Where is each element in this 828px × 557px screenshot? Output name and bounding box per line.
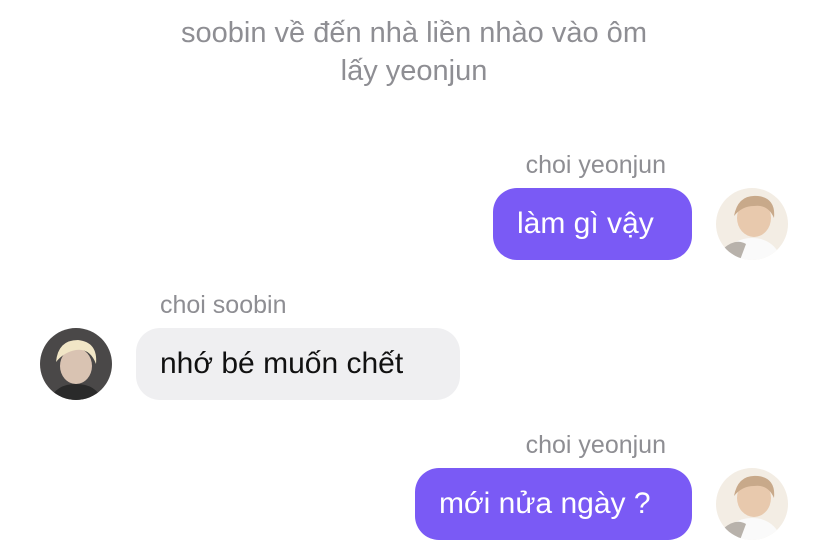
message-bubble-outgoing[interactable]: làm gì vậy <box>493 188 692 260</box>
narration-line-2: lấy yeonjun <box>340 55 488 87</box>
avatar-yeonjun-icon <box>716 468 788 540</box>
avatar-yeonjun-icon <box>716 188 788 260</box>
sender-name-yeonjun: choi yeonjun <box>525 431 666 459</box>
avatar-soobin[interactable] <box>40 328 112 400</box>
sender-name-yeonjun: choi yeonjun <box>525 151 666 179</box>
avatar-yeonjun[interactable] <box>716 468 788 540</box>
narration-line-1: soobin về đến nhà liền nhào vào ôm <box>181 17 647 49</box>
narration: soobin về đến nhà liền nhào vào ôm lấy y… <box>0 14 828 90</box>
avatar-yeonjun[interactable] <box>716 188 788 260</box>
message-bubble-outgoing[interactable]: mới nửa ngày ? <box>415 468 692 540</box>
sender-name-soobin: choi soobin <box>160 291 287 319</box>
avatar-soobin-icon <box>40 328 112 400</box>
message-bubble-incoming[interactable]: nhớ bé muốn chết <box>136 328 460 400</box>
